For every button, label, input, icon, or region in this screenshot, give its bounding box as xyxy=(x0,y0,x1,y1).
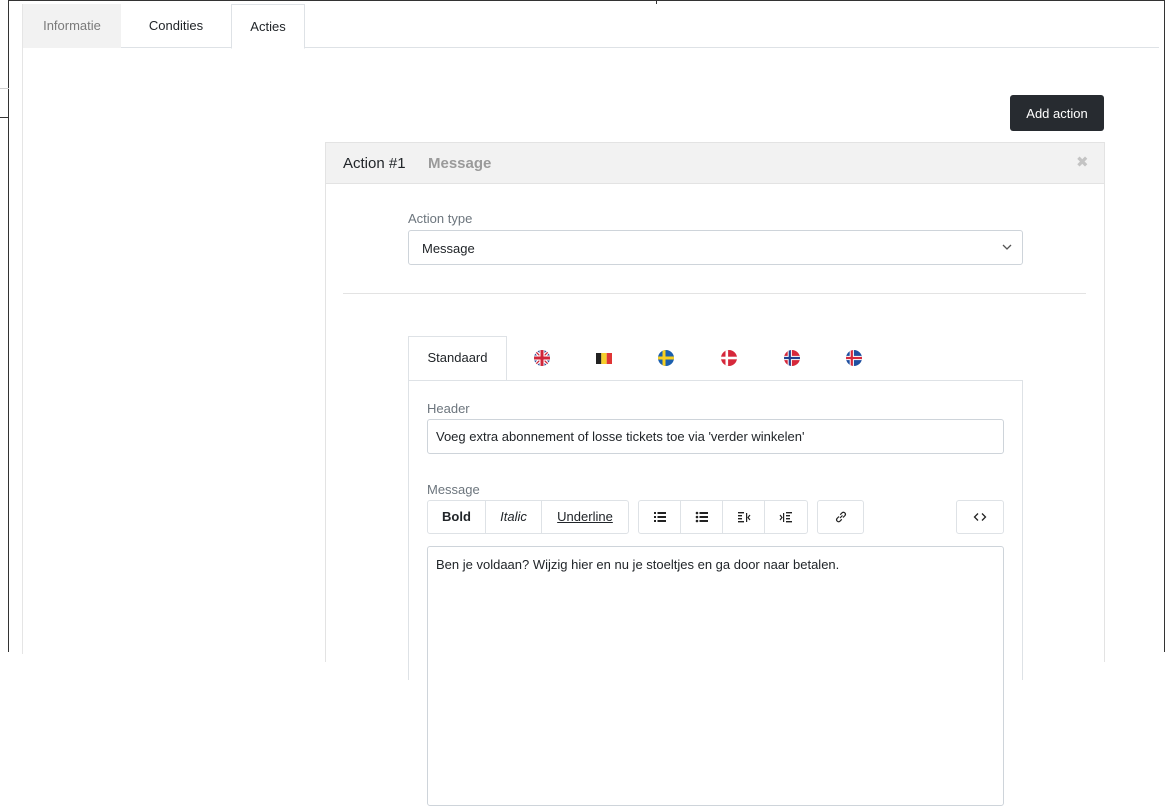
ordered-list-button[interactable] xyxy=(639,501,681,533)
flag-sweden-icon[interactable] xyxy=(657,349,675,367)
frame-left-border xyxy=(8,0,9,652)
section-divider xyxy=(343,293,1086,294)
unordered-list-button[interactable] xyxy=(681,501,723,533)
flag-norway-icon[interactable] xyxy=(783,349,801,367)
action-subtitle: Message xyxy=(428,155,492,172)
message-editor[interactable]: Ben je voldaan? Wijzig hier en nu je sto… xyxy=(427,546,1004,806)
outdent-button[interactable] xyxy=(723,501,765,533)
action-card: Action #1 Message ✖ Action type Message … xyxy=(325,142,1105,806)
tab-informatie[interactable]: Informatie xyxy=(23,4,121,48)
link-button[interactable] xyxy=(818,501,863,533)
chevron-down-icon xyxy=(1002,244,1012,250)
flag-denmark-icon[interactable] xyxy=(720,349,738,367)
outdent-icon xyxy=(737,512,750,523)
action-header: Action #1 Message ✖ xyxy=(326,143,1104,184)
underline-button[interactable]: Underline xyxy=(542,501,628,533)
close-icon[interactable]: ✖ xyxy=(1076,153,1089,171)
action-type-label: Action type xyxy=(408,211,473,226)
action-title: Action #1 xyxy=(343,155,406,172)
language-tabs: Standaard xyxy=(408,336,1023,381)
indent-icon xyxy=(779,512,792,523)
flag-iceland-icon[interactable] xyxy=(845,349,863,367)
add-action-button[interactable]: Add action xyxy=(1010,95,1104,131)
bold-button[interactable]: Bold xyxy=(428,501,486,533)
tab-condities[interactable]: Condities xyxy=(121,4,231,48)
indent-button[interactable] xyxy=(765,501,807,533)
code-view-button[interactable] xyxy=(957,501,1003,533)
frame-top-border xyxy=(8,0,1165,1)
list-toolbar xyxy=(638,500,808,534)
flag-belgium-icon[interactable] xyxy=(595,349,613,367)
code-icon xyxy=(973,513,987,521)
left-divider-dark xyxy=(0,117,9,118)
tab-standaard[interactable]: Standaard xyxy=(408,336,507,381)
link-icon xyxy=(835,511,846,523)
left-divider xyxy=(0,88,9,89)
code-toolbar xyxy=(956,500,1004,534)
top-tabs: Informatie Condities Acties xyxy=(23,4,1159,49)
tab-acties[interactable]: Acties xyxy=(231,4,305,49)
header-input[interactable] xyxy=(427,419,1004,454)
format-toolbar: Bold Italic Underline xyxy=(427,500,629,534)
message-label: Message xyxy=(427,482,480,497)
main-panel: Informatie Condities Acties Add action A… xyxy=(22,4,1159,806)
flag-uk-icon[interactable] xyxy=(533,349,551,367)
header-label: Header xyxy=(427,401,470,416)
action-type-value: Message xyxy=(422,241,475,256)
link-toolbar xyxy=(817,500,864,534)
ordered-list-icon xyxy=(653,512,666,522)
action-type-select[interactable]: Message xyxy=(408,230,1023,265)
unordered-list-icon xyxy=(695,511,708,523)
frame-right-border xyxy=(1164,0,1165,652)
italic-button[interactable]: Italic xyxy=(486,501,542,533)
